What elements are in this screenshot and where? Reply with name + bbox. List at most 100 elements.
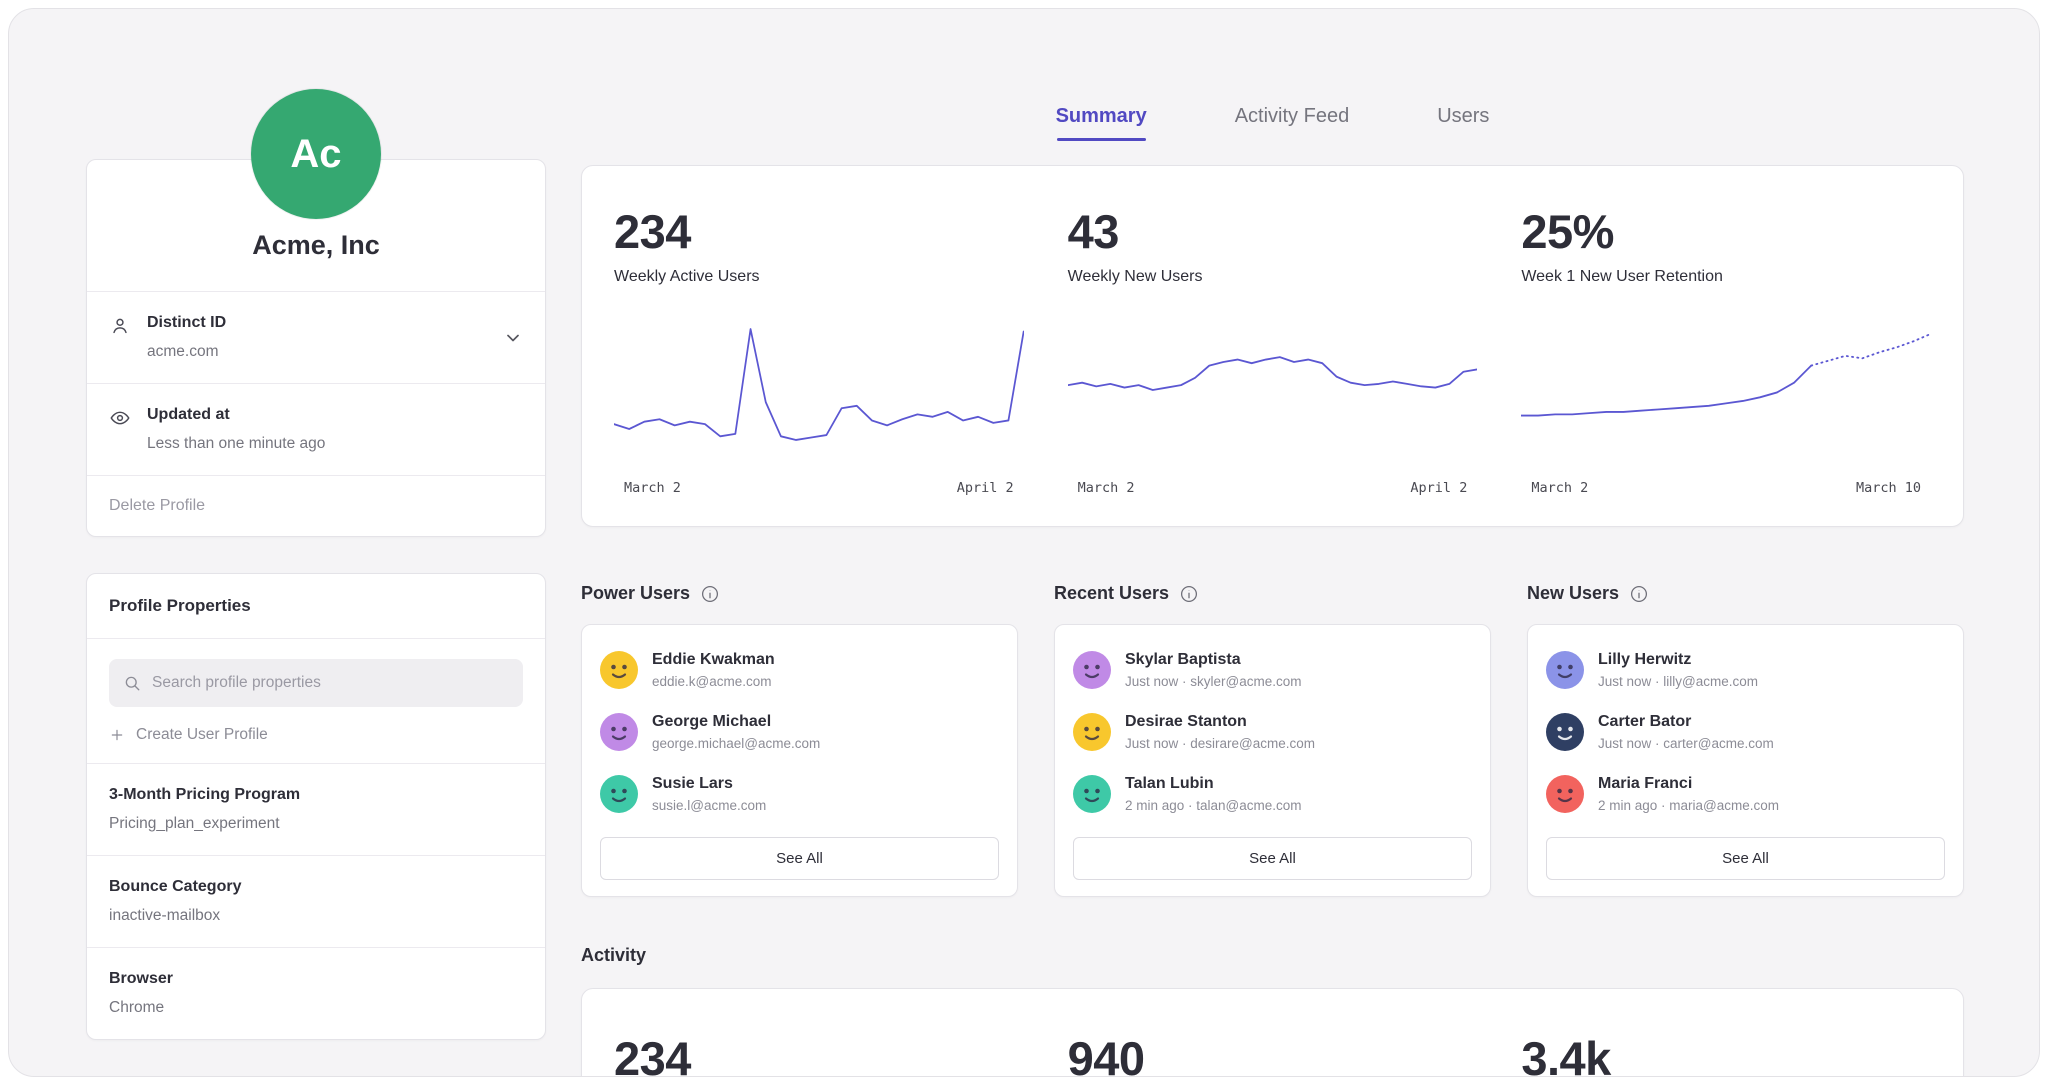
property-label: 3-Month Pricing Program xyxy=(109,786,523,804)
week1-retention-chart xyxy=(1521,324,1931,456)
info-icon[interactable] xyxy=(701,585,719,603)
user-row[interactable]: Eddie Kwakman eddie.k@acme.com xyxy=(600,651,999,689)
tab-summary[interactable]: Summary xyxy=(1056,105,1147,141)
user-meta: 2 min ago · talan@acme.com xyxy=(1125,798,1302,813)
weekly-active-users-chart xyxy=(614,324,1024,456)
user-avatar xyxy=(600,713,638,751)
chart-x-axis: March 2 March 10 xyxy=(1521,480,1931,496)
user-row[interactable]: Lilly Herwitz Just now · lilly@acme.com xyxy=(1546,651,1945,689)
summary-stats-card: 234 Weekly Active Users March 2 April 2 … xyxy=(581,165,1964,527)
updated-at-field: Updated at Less than one minute ago xyxy=(147,406,325,453)
new-users-section: New Users Lilly Herwitz Just now · lilly… xyxy=(1527,583,1964,897)
user-row[interactable]: Susie Lars susie.l@acme.com xyxy=(600,775,999,813)
property-label: Browser xyxy=(109,970,523,988)
distinct-id-row[interactable]: Distinct ID acme.com xyxy=(87,291,545,383)
chevron-down-icon[interactable] xyxy=(503,328,523,348)
stat-value: 3.4k xyxy=(1521,1031,1931,1077)
property-row-browser[interactable]: Browser Chrome xyxy=(87,947,545,1039)
user-meta: Just now · desirare@acme.com xyxy=(1125,736,1315,751)
delete-profile-button[interactable]: Delete Profile xyxy=(87,475,545,536)
user-info: Carter Bator Just now · carter@acme.com xyxy=(1598,713,1774,751)
user-avatar xyxy=(1073,775,1111,813)
user-name: Carter Bator xyxy=(1598,713,1774,731)
property-row-pricing-program[interactable]: 3-Month Pricing Program Pricing_plan_exp… xyxy=(87,763,545,855)
stat-week1-retention: 25% Week 1 New User Retention March 2 Ma… xyxy=(1521,204,1931,496)
activity-stats-card: 234 940 3.4k xyxy=(581,988,1964,1077)
company-avatar: Ac xyxy=(251,89,381,219)
user-sections: Power Users Eddie Kwakman eddie.k@acme.c… xyxy=(581,583,1964,897)
company-avatar-initials: Ac xyxy=(290,132,341,177)
see-all-button[interactable]: See All xyxy=(600,837,999,880)
user-info: Lilly Herwitz Just now · lilly@acme.com xyxy=(1598,651,1758,689)
search-icon xyxy=(123,674,141,692)
axis-start-label: March 2 xyxy=(1531,480,1588,496)
user-name: Skylar Baptista xyxy=(1125,651,1302,669)
section-header: Recent Users xyxy=(1054,583,1491,604)
activity-stat: 234 xyxy=(614,1031,1024,1077)
axis-end-label: April 2 xyxy=(1410,480,1467,496)
axis-end-label: April 2 xyxy=(957,480,1014,496)
activity-stat: 3.4k xyxy=(1521,1031,1931,1077)
new-users-card: Lilly Herwitz Just now · lilly@acme.com … xyxy=(1527,624,1964,897)
user-row[interactable]: Skylar Baptista Just now · skyler@acme.c… xyxy=(1073,651,1472,689)
tab-activity-feed[interactable]: Activity Feed xyxy=(1235,105,1349,141)
axis-start-label: March 2 xyxy=(624,480,681,496)
stat-label: Weekly Active Users xyxy=(614,268,1024,286)
property-row-bounce-category[interactable]: Bounce Category inactive-mailbox xyxy=(87,855,545,947)
axis-end-label: March 10 xyxy=(1856,480,1921,496)
axis-start-label: March 2 xyxy=(1078,480,1135,496)
user-row[interactable]: George Michael george.michael@acme.com xyxy=(600,713,999,751)
create-user-profile-button[interactable]: Create User Profile xyxy=(87,707,545,763)
search-input[interactable] xyxy=(152,674,509,692)
user-avatar xyxy=(1546,713,1584,751)
see-all-button[interactable]: See All xyxy=(1073,837,1472,880)
chart-x-axis: March 2 April 2 xyxy=(1068,480,1478,496)
user-info: Susie Lars susie.l@acme.com xyxy=(652,775,766,813)
updated-at-label: Updated at xyxy=(147,406,325,424)
eye-icon xyxy=(109,407,131,429)
tab-bar: Summary Activity Feed Users xyxy=(581,105,1964,141)
user-avatar xyxy=(600,651,638,689)
profile-properties-title: Profile Properties xyxy=(87,574,545,639)
section-title: Power Users xyxy=(581,583,690,604)
profile-sidebar: Ac Acme, Inc Distinct ID acme.com xyxy=(86,9,546,1040)
user-avatar xyxy=(1073,651,1111,689)
user-meta: Just now · lilly@acme.com xyxy=(1598,674,1758,689)
info-icon[interactable] xyxy=(1630,585,1648,603)
property-label: Bounce Category xyxy=(109,878,523,896)
person-icon xyxy=(109,315,131,337)
app-frame: Ac Acme, Inc Distinct ID acme.com xyxy=(8,8,2040,1077)
user-name: Eddie Kwakman xyxy=(652,651,775,669)
user-name: Susie Lars xyxy=(652,775,766,793)
power-users-section: Power Users Eddie Kwakman eddie.k@acme.c… xyxy=(581,583,1018,897)
section-title: New Users xyxy=(1527,583,1619,604)
user-info: Eddie Kwakman eddie.k@acme.com xyxy=(652,651,775,689)
user-name: George Michael xyxy=(652,713,820,731)
stat-value: 25% xyxy=(1521,204,1931,259)
distinct-id-value: acme.com xyxy=(147,343,226,361)
power-users-card: Eddie Kwakman eddie.k@acme.com George Mi… xyxy=(581,624,1018,897)
stat-value: 234 xyxy=(614,204,1024,259)
user-meta: 2 min ago · maria@acme.com xyxy=(1598,798,1779,813)
see-all-button[interactable]: See All xyxy=(1546,837,1945,880)
section-title: Recent Users xyxy=(1054,583,1169,604)
user-meta: susie.l@acme.com xyxy=(652,798,766,813)
property-value: Pricing_plan_experiment xyxy=(109,815,523,833)
user-avatar xyxy=(1546,775,1584,813)
stat-value: 234 xyxy=(614,1031,1024,1077)
user-meta: Just now · carter@acme.com xyxy=(1598,736,1774,751)
user-row[interactable]: Carter Bator Just now · carter@acme.com xyxy=(1546,713,1945,751)
user-info: Maria Franci 2 min ago · maria@acme.com xyxy=(1598,775,1779,813)
weekly-new-users-chart xyxy=(1068,324,1478,456)
user-row[interactable]: Desirae Stanton Just now · desirare@acme… xyxy=(1073,713,1472,751)
updated-at-row: Updated at Less than one minute ago xyxy=(87,383,545,475)
user-row[interactable]: Talan Lubin 2 min ago · talan@acme.com xyxy=(1073,775,1472,813)
user-info: George Michael george.michael@acme.com xyxy=(652,713,820,751)
recent-users-section: Recent Users Skylar Baptista Just now · … xyxy=(1054,583,1491,897)
stat-weekly-active-users: 234 Weekly Active Users March 2 April 2 xyxy=(614,204,1024,496)
info-icon[interactable] xyxy=(1180,585,1198,603)
recent-users-card: Skylar Baptista Just now · skyler@acme.c… xyxy=(1054,624,1491,897)
user-row[interactable]: Maria Franci 2 min ago · maria@acme.com xyxy=(1546,775,1945,813)
tab-users[interactable]: Users xyxy=(1437,105,1489,141)
user-meta: george.michael@acme.com xyxy=(652,736,820,751)
